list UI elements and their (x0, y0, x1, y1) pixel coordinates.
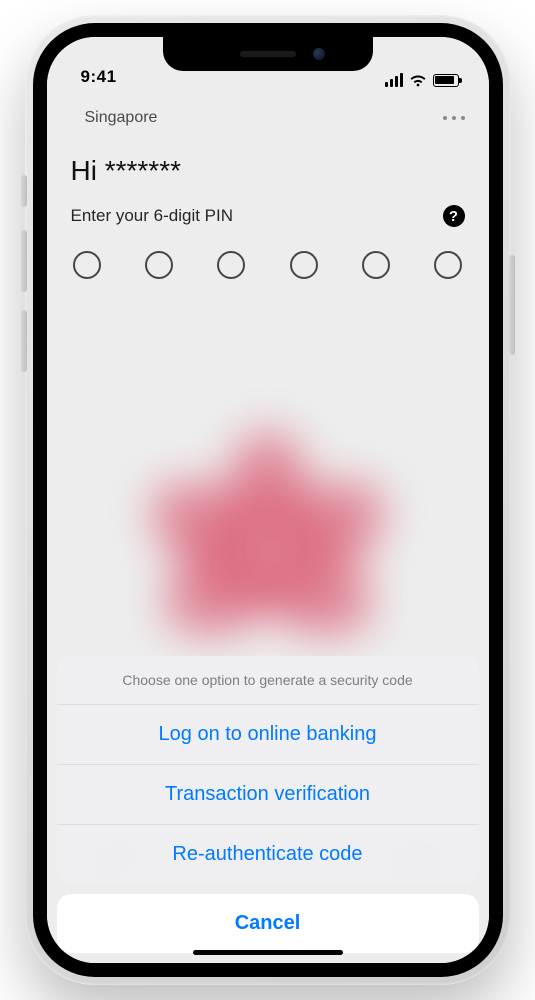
battery-icon (433, 74, 459, 87)
pin-prompt-row: Enter your 6-digit PIN ? (71, 205, 465, 227)
option-reauthenticate-code[interactable]: Re-authenticate code (57, 825, 479, 884)
device-notch (163, 37, 373, 71)
action-sheet: Choose one option to generate a security… (47, 656, 489, 963)
app-content: Singapore Hi ******* Enter your 6-digit … (47, 89, 489, 279)
status-icons (385, 73, 459, 87)
cancel-button[interactable]: Cancel (57, 894, 479, 953)
pin-prompt: Enter your 6-digit PIN (71, 206, 234, 226)
more-icon[interactable] (443, 116, 465, 120)
action-sheet-title: Choose one option to generate a security… (57, 656, 479, 705)
pin-input[interactable] (71, 251, 465, 279)
volume-up-button (21, 230, 27, 292)
screen: 9:41 Singapore (47, 37, 489, 963)
front-camera (313, 48, 325, 60)
pin-dot (434, 251, 462, 279)
action-sheet-options-group: Choose one option to generate a security… (57, 656, 479, 884)
option-log-on-online-banking[interactable]: Log on to online banking (57, 705, 479, 765)
device-frame: 9:41 Singapore (25, 15, 511, 985)
wifi-icon (409, 73, 427, 87)
greeting-text: Hi ******* (71, 155, 465, 187)
help-icon[interactable]: ? (443, 205, 465, 227)
home-indicator[interactable] (193, 950, 343, 955)
app-header: Singapore (71, 103, 465, 155)
pin-dot (73, 251, 101, 279)
pin-dot (362, 251, 390, 279)
brand-logo-blur (138, 427, 398, 647)
pin-dot (290, 251, 318, 279)
speaker-grille (240, 51, 296, 57)
option-transaction-verification[interactable]: Transaction verification (57, 765, 479, 825)
location-label[interactable]: Singapore (85, 109, 158, 127)
mute-switch (21, 175, 27, 207)
volume-down-button (21, 310, 27, 372)
status-time: 9:41 (81, 67, 117, 87)
pin-dot (217, 251, 245, 279)
pin-dot (145, 251, 173, 279)
cellular-signal-icon (385, 73, 403, 87)
device-bezel: 9:41 Singapore (33, 23, 503, 977)
power-button (509, 255, 515, 355)
